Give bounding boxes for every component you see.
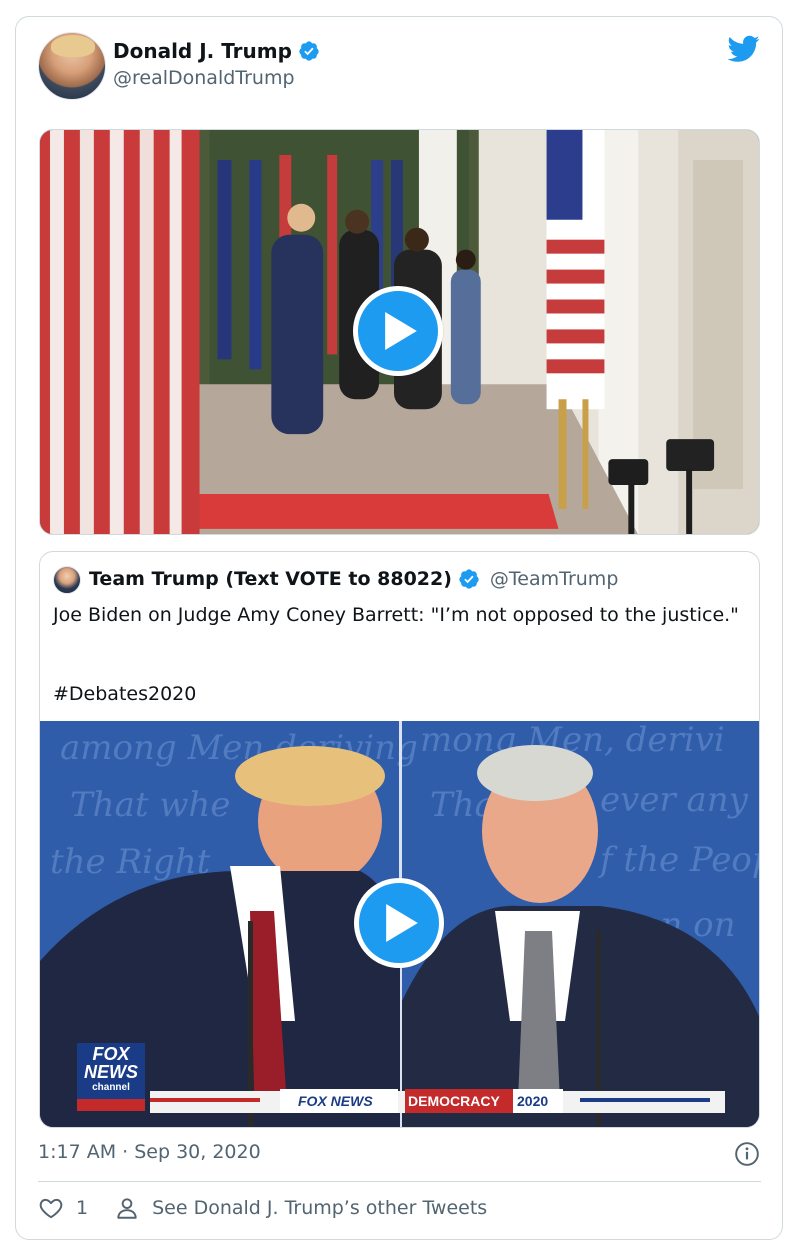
like-count: 1 <box>76 1197 89 1219</box>
author-avatar[interactable] <box>38 32 106 100</box>
tweet-actions: 1 See Donald J. Trump’s other Tweets <box>38 1195 487 1221</box>
twitter-bird-icon[interactable] <box>728 35 760 63</box>
author-name-row[interactable]: Donald J. Trump <box>113 39 320 63</box>
quoted-tweet[interactable]: Team Trump (Text VOTE to 88022) @TeamTru… <box>39 551 760 1128</box>
lower-third-year: 2020 <box>517 1093 549 1109</box>
fox-logo-top: FOX <box>92 1044 130 1064</box>
tweet-timestamp[interactable]: 1:17 AM · Sep 30, 2020 <box>38 1141 261 1163</box>
author-display-name[interactable]: Donald J. Trump <box>113 39 292 63</box>
svg-text:f the Peop: f the Peop <box>597 840 760 880</box>
quoted-author-avatar <box>53 566 81 594</box>
quoted-tweet-text: Joe Biden on Judge Amy Coney Barrett: "I… <box>53 604 739 626</box>
tweet-video[interactable] <box>39 129 760 535</box>
heart-icon <box>39 1198 63 1219</box>
play-icon <box>386 904 418 942</box>
play-button[interactable] <box>354 878 444 968</box>
verified-badge-icon <box>459 569 479 589</box>
quoted-author-handle: @TeamTrump <box>489 568 619 590</box>
verified-badge-icon <box>299 41 319 61</box>
divider <box>38 1181 761 1182</box>
quoted-tweet-header: Team Trump (Text VOTE to 88022) @TeamTru… <box>89 568 618 590</box>
like-action[interactable]: 1 <box>38 1195 114 1221</box>
lower-third-network: FOX NEWS <box>298 1093 373 1109</box>
quoted-tweet-video[interactable]: among Men deriving mong Men, derivi That… <box>40 721 760 1127</box>
play-button[interactable] <box>353 286 443 376</box>
play-icon <box>385 312 417 350</box>
svg-text:That whe: That whe <box>70 785 230 825</box>
see-other-tweets-label: See Donald J. Trump’s other Tweets <box>152 1197 488 1219</box>
info-icon[interactable] <box>734 1141 760 1167</box>
quoted-author-display-name: Team Trump (Text VOTE to 88022) <box>89 568 452 590</box>
tweet-card: Donald J. Trump @realDonaldTrump Team Tr… <box>15 16 783 1240</box>
author-handle[interactable]: @realDonaldTrump <box>113 67 295 89</box>
fox-logo-bottom: channel <box>92 1082 130 1093</box>
lower-third-banner: DEMOCRACY <box>408 1093 500 1109</box>
fox-news-logo: FOX NEWS channel <box>77 1045 145 1111</box>
person-icon <box>117 1198 137 1219</box>
svg-text:ever any: ever any <box>600 780 749 820</box>
see-other-tweets-link[interactable]: See Donald J. Trump’s other Tweets <box>114 1195 487 1221</box>
fox-logo-mid: NEWS <box>84 1062 138 1082</box>
quoted-tweet-hashtag[interactable]: #Debates2020 <box>53 683 196 705</box>
